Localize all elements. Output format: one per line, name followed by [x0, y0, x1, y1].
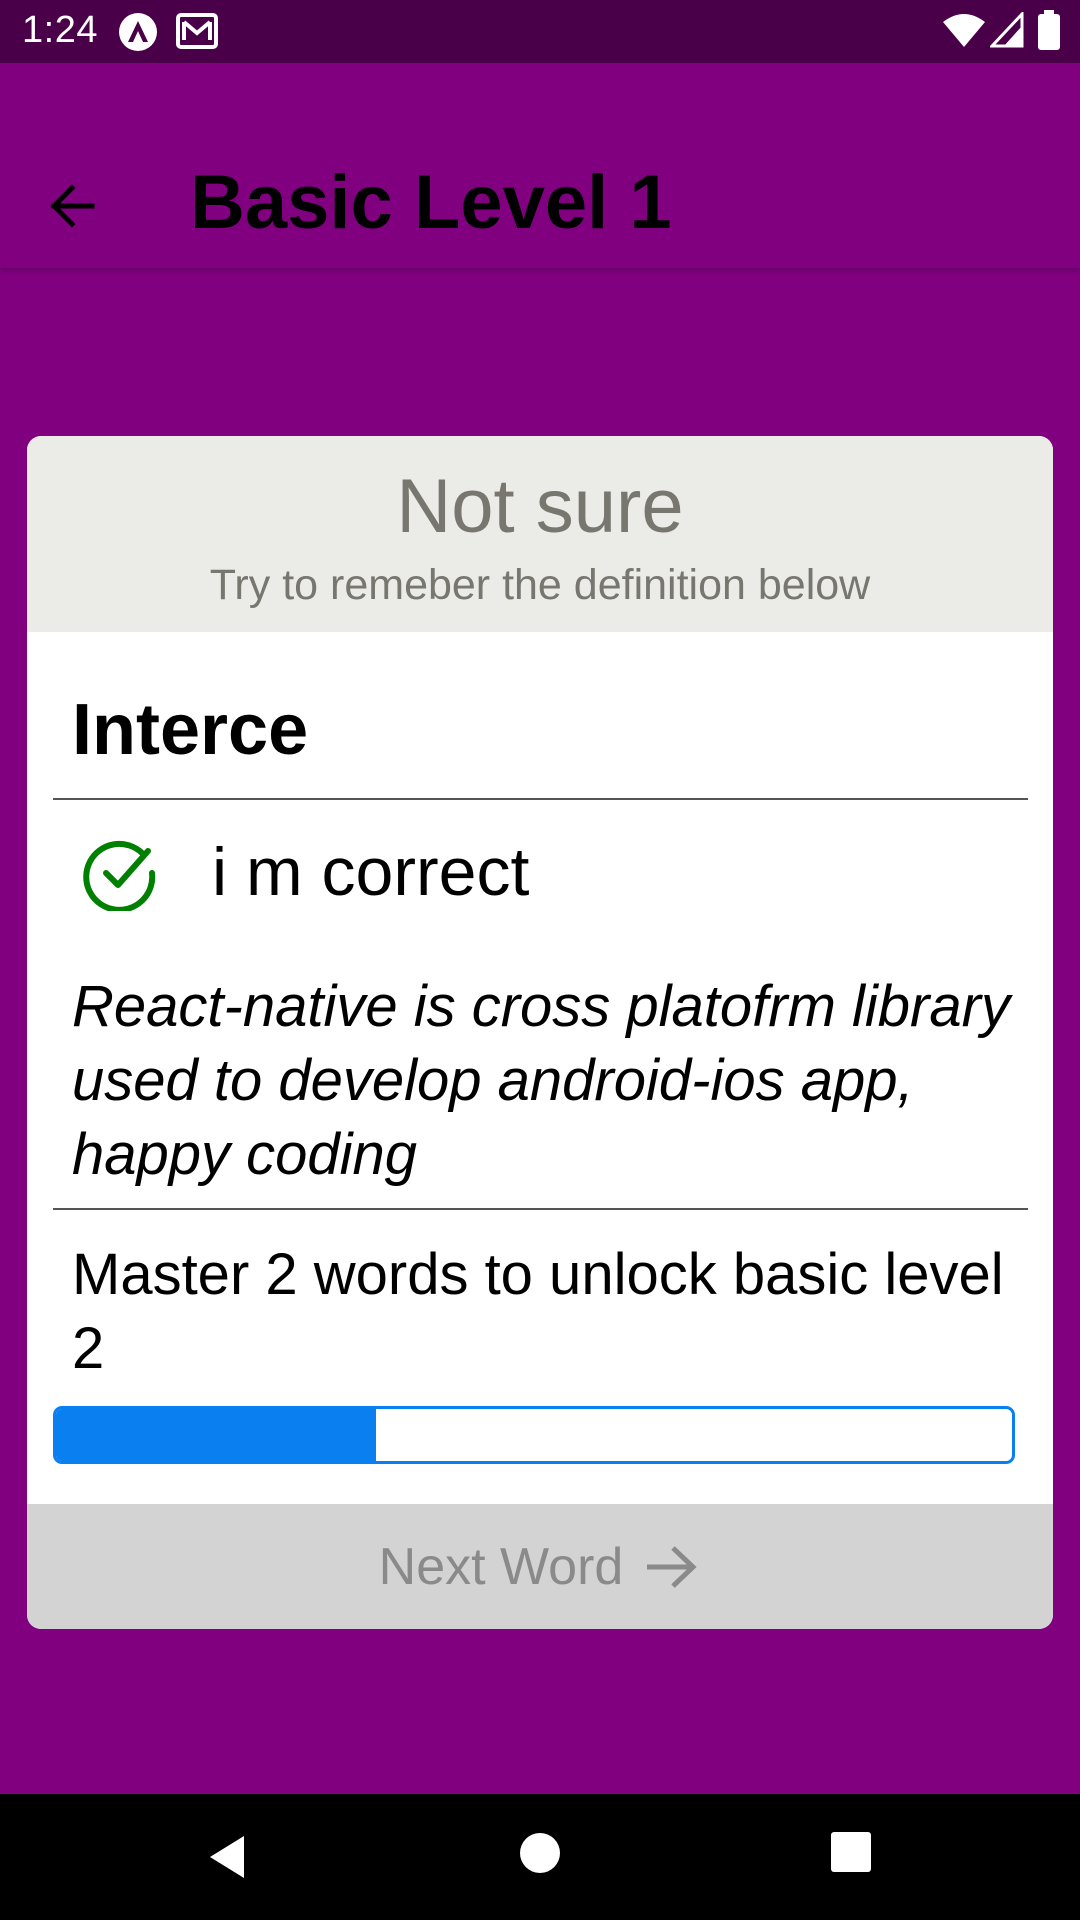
app-notification-icon	[119, 13, 157, 51]
check-circle-icon	[83, 840, 156, 911]
status-hint: Try to remeber the definition below	[209, 561, 871, 609]
status-label: Not sure	[396, 464, 684, 549]
system-nav-bar	[0, 1794, 1080, 1920]
arrow-left-icon[interactable]	[40, 171, 110, 241]
wifi-icon	[943, 14, 985, 47]
next-word-button[interactable]: Next Word	[27, 1504, 1053, 1629]
arrow-right-icon	[647, 1545, 697, 1588]
card-header: Not sure Try to remeber the definition b…	[27, 436, 1053, 632]
divider	[53, 798, 1028, 800]
back-triangle-icon[interactable]	[204, 1832, 254, 1882]
next-word-label: Next Word	[378, 1537, 624, 1596]
cell-signal-icon	[990, 12, 1024, 48]
definition-text: React-native is cross platofrm library u…	[72, 974, 1010, 1187]
page-title: Basic Level 1	[190, 160, 672, 245]
recents-square-icon[interactable]	[830, 1831, 872, 1873]
word-title: Interce	[72, 690, 309, 770]
app-header: Basic Level 1	[0, 63, 1080, 268]
progress-fill	[56, 1409, 377, 1461]
status-bar: 1:24	[0, 0, 1080, 63]
answer-text: i m correct	[212, 834, 530, 910]
home-circle-icon[interactable]	[518, 1831, 562, 1875]
word-card: Not sure Try to remeber the definition b…	[27, 436, 1053, 1629]
battery-icon	[1038, 10, 1060, 50]
divider	[53, 1208, 1028, 1210]
status-time: 1:24	[22, 9, 98, 51]
gmail-icon	[176, 13, 218, 49]
unlock-progress-text: Master 2 words to unlock basic level 2	[72, 1242, 1004, 1381]
progress-bar	[53, 1406, 1015, 1464]
